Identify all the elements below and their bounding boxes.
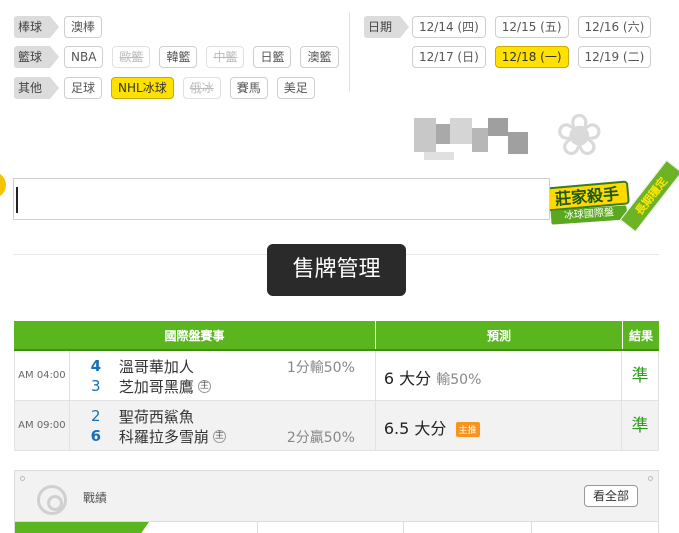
chip-aus-baseball[interactable]: 澳棒: [64, 16, 103, 38]
category-label-baseball: 棒球: [14, 16, 59, 38]
record-panel: 戰績 看全部: [14, 470, 659, 533]
away-team: 溫哥華加人: [118, 357, 194, 376]
tab-separator: [403, 522, 404, 533]
match-teams: 4 溫哥華加人 3 芝加哥黑鷹 主 1分輸50%: [70, 351, 376, 400]
prediction-cell: 6.5 大分 主推: [376, 401, 623, 450]
date-row-2: 12/17 (日) 12/18 (一) 12/19 (二): [412, 46, 660, 68]
chip-nba[interactable]: NBA: [64, 46, 104, 68]
handicap: 2分贏50%: [286, 430, 355, 446]
date-chip-1214[interactable]: 12/14 (四): [412, 16, 486, 38]
top-pick-badge: 主推: [455, 422, 480, 437]
mascot-icon: ❀: [555, 101, 604, 169]
record-tabs: [15, 521, 658, 533]
away-team-line: 4 溫哥華加人: [90, 357, 194, 376]
filter-row-other: 其他 足球 NHL冰球 俄冰 賽馬 美足: [14, 77, 324, 99]
tab-separator: [257, 522, 258, 533]
corner-dot: [648, 476, 653, 481]
match-time: AM 04:00: [15, 351, 70, 400]
home-score: 6: [90, 427, 102, 445]
date-chip-1215[interactable]: 12/15 (五): [494, 16, 569, 38]
header-result: 結果: [628, 329, 653, 343]
filter-panel: 棒球 澳棒 籃球 NBA 歐籃 韓籃 中籃 日籃 澳籃 其他 足球 NHL冰球 …: [0, 0, 679, 110]
chip-euro-basketball: 歐籃: [112, 46, 151, 68]
result-cell: 準: [631, 366, 649, 386]
handicap: 1分輸50%: [286, 360, 355, 376]
filter-row-basketball: 籃球 NBA 歐籃 韓籃 中籃 日籃 澳籃: [14, 46, 348, 68]
prediction-cell: 6 大分 輸50%: [376, 351, 623, 400]
result-cell: 準: [631, 416, 649, 436]
home-marker: 主: [197, 379, 211, 393]
prediction-result: 輸50%: [436, 372, 482, 388]
home-team-line: 6 科羅拉多雪崩 主: [90, 427, 226, 446]
table-row[interactable]: AM 04:00 4 溫哥華加人 3 芝加哥黑鷹 主 1分輸50% 6 大分 輸…: [14, 351, 659, 401]
toast-message: 售牌管理: [267, 244, 406, 296]
match-teams: 2 聖荷西鯊魚 6 科羅拉多雪崩 主 2分贏50%: [70, 401, 376, 450]
chip-korea-basketball[interactable]: 韓籃: [159, 46, 198, 68]
chip-aus-basketball[interactable]: 澳籃: [300, 46, 339, 68]
away-team-line: 2 聖荷西鯊魚: [90, 407, 194, 426]
home-team: 芝加哥黑鷹: [118, 377, 194, 396]
date-label: 日期: [364, 16, 409, 38]
away-team: 聖荷西鯊魚: [118, 407, 194, 426]
home-team: 科羅拉多雪崩: [118, 427, 209, 446]
date-chip-1219[interactable]: 12/19 (二): [577, 46, 652, 68]
table-header: 國際盤賽事 預測 結果: [14, 321, 659, 351]
record-title: 戰績: [83, 491, 108, 505]
prediction-table: 國際盤賽事 預測 結果 AM 04:00 4 溫哥華加人 3 芝加哥黑鷹 主 1…: [14, 321, 659, 451]
side-tab-marker: [0, 172, 6, 198]
home-team-line: 3 芝加哥黑鷹 主: [90, 377, 211, 396]
header-prediction: 預測: [376, 321, 623, 349]
chip-china-basketball: 中籃: [206, 46, 245, 68]
filter-row-baseball: 棒球 澳棒: [14, 16, 111, 38]
chip-japan-basketball[interactable]: 日籃: [253, 46, 292, 68]
tab-separator: [531, 522, 532, 533]
header-event: 國際盤賽事: [14, 321, 376, 349]
match-time: AM 09:00: [15, 401, 70, 450]
banker-killer-badge[interactable]: ❀ 莊家殺手 冰球國際盤 長期穩定: [541, 104, 679, 244]
text-input-area[interactable]: [13, 178, 550, 220]
date-chip-1218[interactable]: 12/18 (一): [494, 46, 569, 68]
chip-russia-hockey: 俄冰: [182, 77, 221, 99]
pixelated-image: [414, 118, 532, 160]
view-all-button[interactable]: 看全部: [583, 485, 638, 507]
chip-soccer[interactable]: 足球: [64, 77, 103, 99]
home-score: 3: [91, 377, 101, 395]
prediction-value: 6.5 大分: [383, 419, 447, 438]
prediction-value: 6 大分: [383, 369, 432, 388]
date-chip-1217[interactable]: 12/17 (日): [412, 46, 486, 68]
chip-american-football[interactable]: 美足: [276, 77, 315, 99]
category-label-other: 其他: [14, 77, 59, 99]
category-label-basketball: 籃球: [14, 46, 59, 68]
corner-dot: [20, 476, 25, 481]
filter-divider: [349, 12, 350, 92]
away-score: 4: [90, 357, 102, 375]
table-row[interactable]: AM 09:00 2 聖荷西鯊魚 6 科羅拉多雪崩 主 2分贏50% 6.5 大…: [14, 401, 659, 451]
home-marker: 主: [212, 429, 226, 443]
target-icon: [37, 485, 67, 515]
chip-horse-racing[interactable]: 賽馬: [229, 77, 268, 99]
away-score: 2: [91, 407, 101, 425]
page: 棒球 澳棒 籃球 NBA 歐籃 韓籃 中籃 日籃 澳籃 其他 足球 NHL冰球 …: [0, 0, 679, 533]
record-tab-active[interactable]: [15, 522, 149, 533]
chip-nhl-hockey[interactable]: NHL冰球: [111, 77, 174, 99]
date-chip-1216[interactable]: 12/16 (六): [577, 16, 652, 38]
date-row-1: 日期 12/14 (四) 12/15 (五) 12/16 (六): [364, 16, 660, 38]
